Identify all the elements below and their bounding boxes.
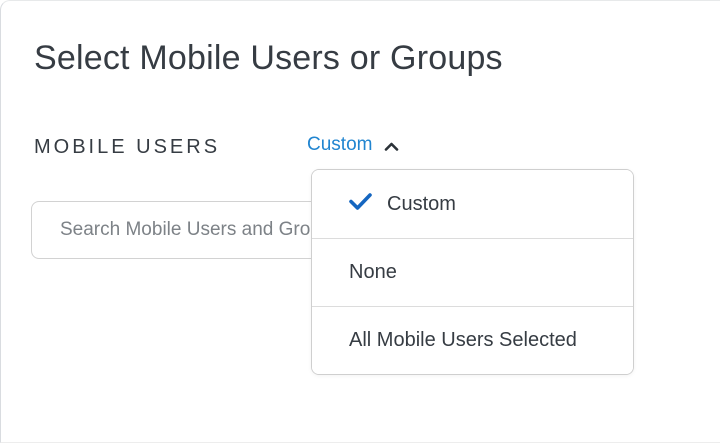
- checkmark-icon: [349, 193, 372, 216]
- selection-mode-value: Custom: [307, 134, 372, 156]
- dropdown-menu-item-label: All Mobile Users Selected: [349, 329, 577, 352]
- dropdown-menu-item[interactable]: None: [312, 238, 633, 306]
- mobile-users-section-label: MOBILE USERS: [34, 136, 220, 159]
- select-mobile-users-panel: Select Mobile Users or Groups MOBILE USE…: [0, 0, 720, 443]
- dropdown-menu-item-label: Custom: [387, 193, 456, 216]
- dropdown-menu-item[interactable]: Custom: [312, 170, 633, 238]
- dropdown-menu-item[interactable]: All Mobile Users Selected: [312, 306, 633, 374]
- page-title: Select Mobile Users or Groups: [34, 39, 503, 78]
- chevron-up-icon: [384, 139, 399, 151]
- dropdown-menu: Custom None All Mobile Users Selected: [311, 169, 634, 375]
- dropdown-menu-item-label: None: [349, 261, 397, 284]
- selection-mode-dropdown-toggle[interactable]: Custom: [307, 134, 399, 156]
